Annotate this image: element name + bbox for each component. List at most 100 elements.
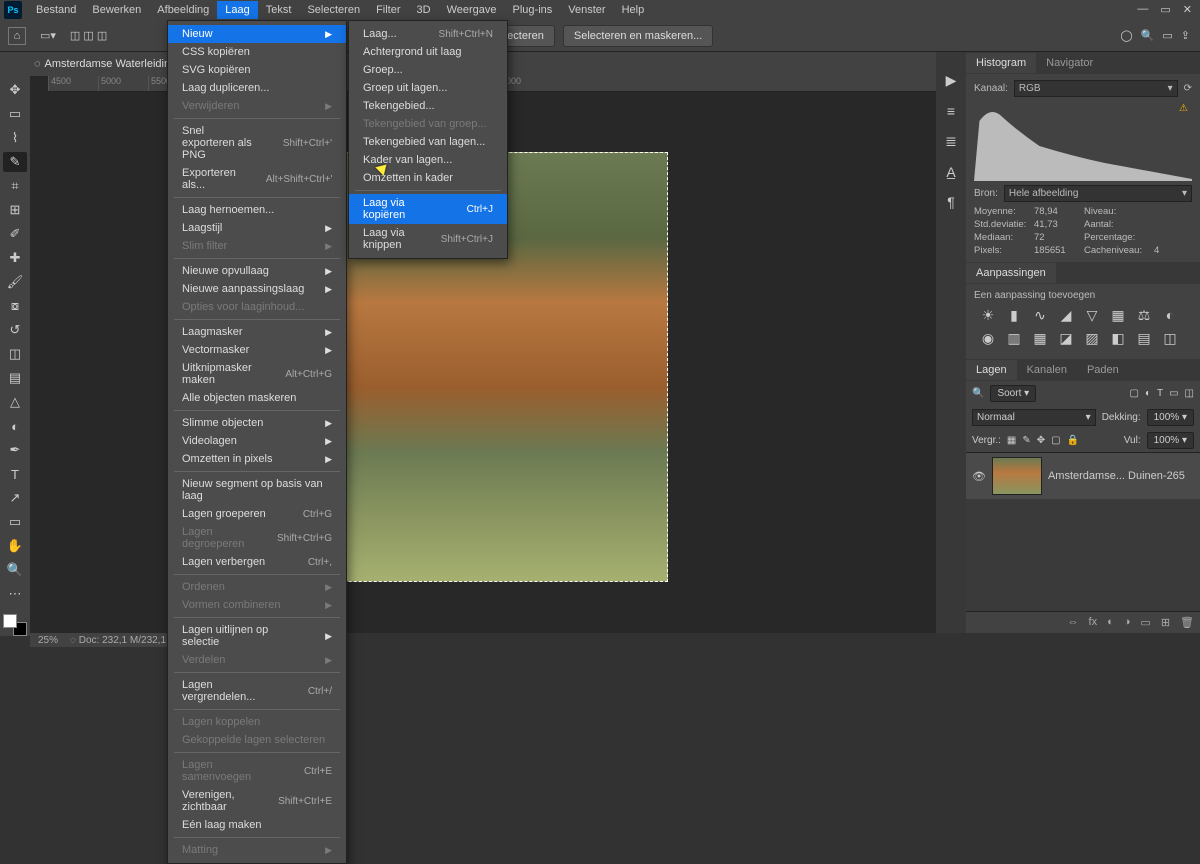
menubar-item-bestand[interactable]: Bestand <box>28 1 84 19</box>
selection-mode-icons[interactable]: ◫ ◫ ◫ <box>70 29 107 42</box>
minimize-icon[interactable]: — <box>1137 3 1148 16</box>
pen-tool[interactable]: ✒ <box>3 440 27 460</box>
bw-icon[interactable]: ◐ <box>1160 307 1180 324</box>
move-tool[interactable]: ✥ <box>3 80 27 100</box>
tab-navigator[interactable]: Navigator <box>1036 53 1103 73</box>
home-icon[interactable]: ⌂ <box>8 27 26 45</box>
lock-pixels-icon[interactable]: ✎ <box>1022 435 1030 446</box>
menu-item[interactable]: Uitknipmasker makenAlt+Ctrl+G <box>168 359 346 389</box>
filter-type-icon[interactable]: T <box>1157 388 1163 399</box>
filter-select[interactable]: Soort ▾ <box>990 385 1036 402</box>
path-tool[interactable]: ↗ <box>3 488 27 508</box>
doc-info[interactable]: ◌ Doc: 232,1 M/232,1 M <box>70 635 177 646</box>
search-icon[interactable]: 🔍 <box>972 388 984 399</box>
menu-item[interactable]: Lagen groeperenCtrl+G <box>168 505 346 523</box>
menu-item[interactable]: Snel exporteren als PNGShift+Ctrl+' <box>168 122 346 164</box>
threshold-icon[interactable]: ◧ <box>1108 330 1128 347</box>
blend-mode-select[interactable]: Normaal ▾ <box>972 409 1096 426</box>
fx-icon[interactable]: fx <box>1089 616 1098 629</box>
menu-item[interactable]: CSS kopiëren <box>168 43 346 61</box>
menu-item[interactable]: Nieuw segment op basis van laag <box>168 475 346 505</box>
lock-position-icon[interactable]: ✥ <box>1037 435 1045 446</box>
filter-pixel-icon[interactable]: ▢ <box>1129 388 1138 399</box>
gradient-map-icon[interactable]: ▤ <box>1134 330 1154 347</box>
filter-adjust-icon[interactable]: ◐ <box>1145 388 1151 399</box>
menu-item[interactable]: Alle objecten maskeren <box>168 389 346 407</box>
character-icon[interactable]: A̲ <box>946 164 955 180</box>
levels-icon[interactable]: ▮ <box>1004 307 1024 324</box>
eyedropper-tool[interactable]: ✐ <box>3 224 27 244</box>
sliders-icon[interactable]: ≡ <box>947 103 955 119</box>
share-icon[interactable]: ⇪ <box>1181 29 1190 42</box>
tab-lagen[interactable]: Lagen <box>966 360 1017 380</box>
menu-item[interactable]: Verenigen, zichtbaarShift+Ctrl+E <box>168 786 346 816</box>
menu-item[interactable]: Nieuwe opvullaag▶ <box>168 262 346 280</box>
vibrance-icon[interactable]: ▽ <box>1082 307 1102 324</box>
foreground-color-swatch[interactable] <box>3 614 17 628</box>
selective-color-icon[interactable]: ◫ <box>1160 330 1180 347</box>
hand-tool[interactable]: ✋ <box>3 536 27 556</box>
healing-tool[interactable]: ✚ <box>3 248 27 268</box>
color-balance-icon[interactable]: ⚖ <box>1134 307 1154 324</box>
bron-select[interactable]: Hele afbeelding▾ <box>1004 185 1192 202</box>
frame-tool[interactable]: ⊞ <box>3 200 27 220</box>
menu-item[interactable]: Kader van lagen... <box>349 151 507 169</box>
menu-item[interactable]: Laag...Shift+Ctrl+N <box>349 25 507 43</box>
menu-item[interactable]: Laag via knippenShift+Ctrl+J <box>349 224 507 254</box>
menu-item[interactable]: Lagen vergrendelen...Ctrl+/ <box>168 676 346 706</box>
lookup-icon[interactable]: ▦ <box>1030 330 1050 347</box>
stamp-tool[interactable]: ⧇ <box>3 296 27 316</box>
channel-mixer-icon[interactable]: ▥ <box>1004 330 1024 347</box>
workspace-icon[interactable]: ▭ <box>1162 29 1172 42</box>
dodge-tool[interactable]: ◐ <box>3 416 27 436</box>
menu-item[interactable]: Groep uit lagen... <box>349 79 507 97</box>
menubar-item-tekst[interactable]: Tekst <box>258 1 300 19</box>
menubar-item-afbeelding[interactable]: Afbeelding <box>149 1 217 19</box>
menu-item[interactable]: Omzetten in kader <box>349 169 507 187</box>
menu-item[interactable]: Achtergrond uit laag <box>349 43 507 61</box>
warning-icon[interactable]: ⚠ <box>1179 103 1188 114</box>
menu-item[interactable]: Laag hernoemen... <box>168 201 346 219</box>
menubar-item-weergave[interactable]: Weergave <box>439 1 505 19</box>
close-icon[interactable]: ✕ <box>1183 3 1192 16</box>
delete-icon[interactable]: 🗑 <box>1180 616 1194 629</box>
menubar-item-filter[interactable]: Filter <box>368 1 408 19</box>
glyphs-icon[interactable]: ¶ <box>947 194 955 210</box>
menubar-item-selecteren[interactable]: Selecteren <box>299 1 368 19</box>
kanaal-select[interactable]: RGB▾ <box>1014 80 1178 97</box>
color-swatches[interactable] <box>3 614 27 636</box>
maximize-icon[interactable]: ▭ <box>1160 3 1170 16</box>
menu-item[interactable]: Nieuwe aanpassingslaag▶ <box>168 280 346 298</box>
menu-item[interactable]: Vectormasker▶ <box>168 341 346 359</box>
menubar-item-help[interactable]: Help <box>614 1 653 19</box>
menubar-item-venster[interactable]: Venster <box>560 1 613 19</box>
play-icon[interactable]: ▶ <box>946 72 957 89</box>
menu-item[interactable]: Nieuw▶ <box>168 25 346 43</box>
crop-tool[interactable]: ⌗ <box>3 176 27 196</box>
posterize-icon[interactable]: ▨ <box>1082 330 1102 347</box>
tab-paden[interactable]: Paden <box>1077 360 1129 380</box>
zoom-level[interactable]: 25% <box>38 635 58 646</box>
invert-icon[interactable]: ◪ <box>1056 330 1076 347</box>
layer-name[interactable]: Amsterdamse... Duinen-265 <box>1048 470 1185 482</box>
gradient-tool[interactable]: ▤ <box>3 368 27 388</box>
tab-histogram[interactable]: Histogram <box>966 53 1036 73</box>
menubar-item-bewerken[interactable]: Bewerken <box>84 1 149 19</box>
new-layer-icon[interactable]: ⊞ <box>1161 616 1170 629</box>
menu-item[interactable]: Laag dupliceren... <box>168 79 346 97</box>
shape-tool[interactable]: ▭ <box>3 512 27 532</box>
type-tool[interactable]: T <box>3 464 27 484</box>
visibility-icon[interactable]: 👁 <box>972 470 986 483</box>
dekking-value[interactable]: 100% ▾ <box>1147 409 1194 426</box>
menu-item[interactable]: Groep... <box>349 61 507 79</box>
history-brush-tool[interactable]: ↺ <box>3 320 27 340</box>
exposure-icon[interactable]: ◢ <box>1056 307 1076 324</box>
layer-row[interactable]: 👁 Amsterdamse... Duinen-265 <box>966 453 1200 499</box>
refresh-icon[interactable]: ⟳ <box>1184 83 1192 94</box>
menu-item[interactable]: Slimme objecten▶ <box>168 414 346 432</box>
hue-icon[interactable]: ▦ <box>1108 307 1128 324</box>
group-icon[interactable]: ▭ <box>1140 616 1150 629</box>
menu-item[interactable]: Eén laag maken <box>168 816 346 834</box>
tab-aanpassingen[interactable]: Aanpassingen <box>966 263 1056 283</box>
menu-item[interactable]: Videolagen▶ <box>168 432 346 450</box>
